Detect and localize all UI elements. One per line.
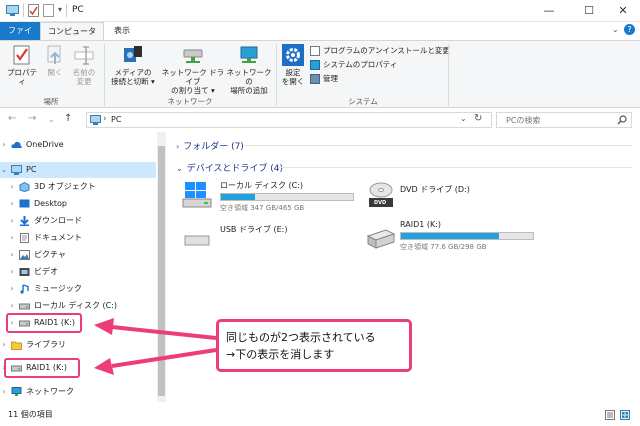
status-bar [0, 404, 640, 426]
item-count: 11 個の項目 [8, 410, 53, 419]
details-view-icon[interactable] [605, 410, 615, 420]
large-icons-view-icon[interactable] [620, 410, 630, 420]
callout-text-line2: →下の表示を消します [226, 348, 335, 361]
callout-text-line1: 同じものが2つ表示されている [226, 331, 376, 344]
